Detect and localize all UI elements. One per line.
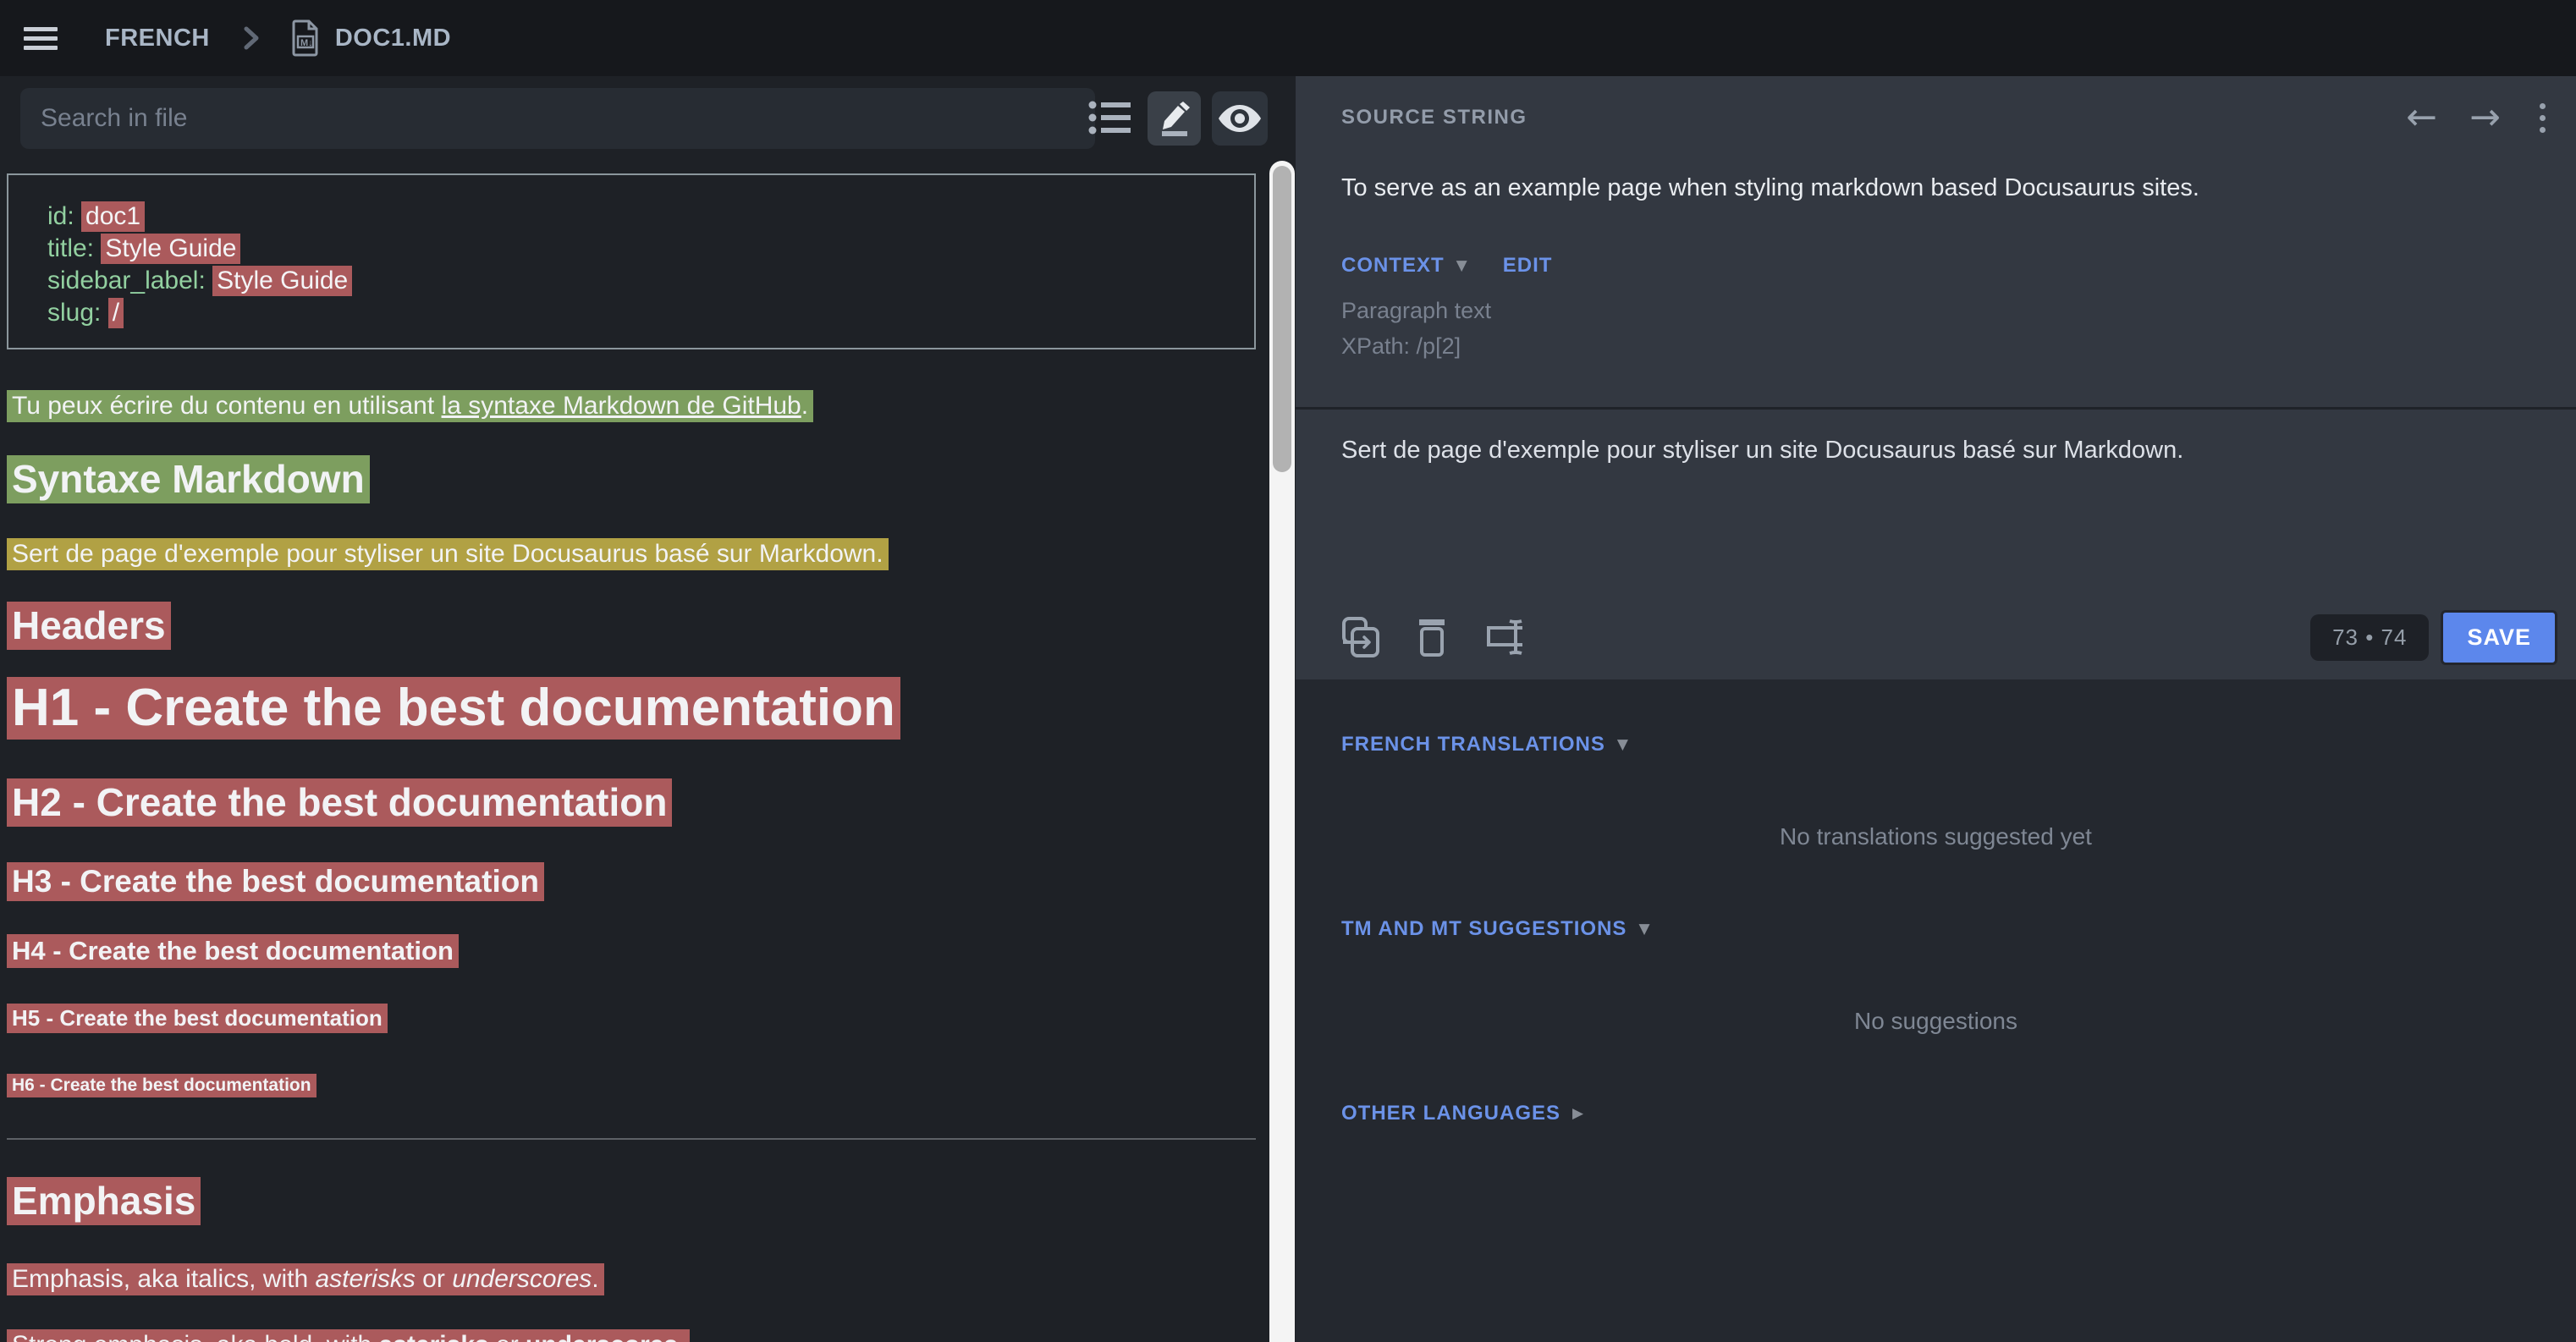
source-string-section: SOURCE STRING ← → To serve as an example… xyxy=(1296,76,2576,407)
previous-string-button[interactable]: ← xyxy=(2406,99,2437,136)
french-translations-section: FRENCH TRANSLATIONS ▼ xyxy=(1341,733,1628,756)
french-translations-toggle[interactable]: FRENCH TRANSLATIONS xyxy=(1341,733,1605,756)
frontmatter-line: title: Style Guide xyxy=(47,233,1254,265)
string-list-button[interactable] xyxy=(1084,90,1137,146)
translations-empty-message: No translations suggested yet xyxy=(1296,823,2576,850)
source-string[interactable]: H6 - Create the best documentation xyxy=(7,1074,316,1097)
source-string[interactable]: H4 - Create the best documentation xyxy=(7,934,459,968)
translation-section: Sert de page d'exemple pour styliser un … xyxy=(1296,410,2576,679)
select-text-icon[interactable] xyxy=(1483,616,1526,658)
chevron-down-icon: ▼ xyxy=(1638,921,1649,938)
frontmatter-line: slug: / xyxy=(47,297,1254,329)
heading-h1: H1 - Create the best documentation xyxy=(7,676,1269,740)
source-string-header: SOURCE STRING ← → xyxy=(1341,98,2552,137)
source-string[interactable]: Emphasis xyxy=(7,1177,201,1225)
paragraph-intro: Tu peux écrire du contenu en utilisant l… xyxy=(7,387,1269,426)
source-string[interactable]: Emphasis, aka italics, with asterisks or… xyxy=(7,1263,604,1295)
source-string[interactable]: H3 - Create the best documentation xyxy=(7,862,544,901)
breadcrumb-file[interactable]: M↓ DOC1.MD xyxy=(291,19,451,57)
chevron-down-icon: ▼ xyxy=(1617,736,1628,753)
copy-source-icon[interactable] xyxy=(1341,616,1380,658)
source-string-label: SOURCE STRING xyxy=(1341,106,1527,129)
other-languages-toggle[interactable]: OTHER LANGUAGES xyxy=(1341,1102,1560,1125)
document-panel: id: doc1 title: Style Guide sidebar_labe… xyxy=(0,76,1296,1342)
context-type: Paragraph text xyxy=(1341,298,1491,324)
panel-top-strip xyxy=(1296,0,2576,76)
heading-h6: H6 - Create the best documentation xyxy=(7,1075,1269,1097)
chevron-right-icon xyxy=(240,24,262,52)
source-string-text: To serve as an example page when styling… xyxy=(1341,171,2542,205)
source-string-selected[interactable]: Sert de page d'exemple pour styliser un … xyxy=(7,538,889,570)
link-text: la syntaxe Markdown de GitHub xyxy=(442,392,801,420)
source-string[interactable]: doc1 xyxy=(81,201,145,232)
translation-panel: SOURCE STRING ← → To serve as an example… xyxy=(1296,0,2576,1342)
tm-mt-suggestions-section: TM AND MT SUGGESTIONS ▼ xyxy=(1341,917,1650,941)
heading-h3: H3 - Create the best documentation xyxy=(7,862,1269,901)
file-name: DOC1.MD xyxy=(335,25,451,52)
source-string[interactable]: / xyxy=(108,298,124,328)
context-toggle[interactable]: CONTEXT xyxy=(1341,254,1445,278)
source-string[interactable]: Syntaxe Markdown xyxy=(7,455,370,503)
search-toolbar xyxy=(0,76,1296,161)
chevron-down-icon: ▼ xyxy=(1456,257,1467,274)
eye-icon xyxy=(1219,105,1261,132)
suggestions-empty-message: No suggestions xyxy=(1296,1008,2576,1035)
paragraph-emphasis: Emphasis, aka italics, with asterisks or… xyxy=(7,1260,1269,1299)
preview-mode-button[interactable] xyxy=(1212,91,1268,146)
next-string-button[interactable]: → xyxy=(2469,99,2501,136)
other-languages-section: OTHER LANGUAGES ▶ xyxy=(1341,1102,1583,1125)
frontmatter-block[interactable]: id: doc1 title: Style Guide sidebar_labe… xyxy=(7,173,1256,349)
paragraph-selected: Sert de page d'exemple pour styliser un … xyxy=(7,535,1269,574)
edit-context-button[interactable]: EDIT xyxy=(1503,254,1553,278)
scrollbar-thumb[interactable] xyxy=(1273,166,1291,472)
heading-h5: H5 - Create the best documentation xyxy=(7,1004,1269,1031)
source-string[interactable]: Style Guide xyxy=(101,234,240,264)
delete-translation-icon[interactable] xyxy=(1414,616,1450,658)
translation-toolbar: 73 • 74 SAVE xyxy=(1341,608,2557,667)
save-button[interactable]: SAVE xyxy=(2441,610,2557,665)
context-xpath: XPath: /p[2] xyxy=(1341,333,1461,360)
heading-h4: H4 - Create the best documentation xyxy=(7,935,1269,967)
source-string[interactable]: H5 - Create the best documentation xyxy=(7,1004,388,1033)
source-string[interactable]: H1 - Create the best documentation xyxy=(7,677,900,740)
source-string[interactable]: Tu peux écrire du contenu en utilisant l… xyxy=(7,390,813,422)
edit-mode-button[interactable] xyxy=(1148,91,1201,146)
markdown-file-icon: M↓ xyxy=(291,19,320,57)
menu-icon[interactable] xyxy=(24,22,58,55)
horizontal-rule xyxy=(7,1138,1256,1140)
source-string[interactable]: Headers xyxy=(7,602,171,650)
heading-emphasis: Emphasis xyxy=(7,1175,1269,1226)
paragraph-strong: Strong emphasis, aka bold, with asterisk… xyxy=(7,1326,1269,1342)
source-string[interactable]: H2 - Create the best documentation xyxy=(7,778,672,827)
frontmatter-line: sidebar_label: Style Guide xyxy=(47,265,1254,297)
vertical-scrollbar[interactable] xyxy=(1269,161,1295,1342)
source-string[interactable]: Strong emphasis, aka bold, with asterisk… xyxy=(7,1329,690,1342)
search-input[interactable] xyxy=(20,88,1095,149)
translation-input[interactable]: Sert de page d'exemple pour styliser un … xyxy=(1341,433,2542,467)
heading-h2: H2 - Create the best documentation xyxy=(7,777,1269,828)
context-row: CONTEXT ▼ EDIT xyxy=(1341,254,1552,278)
character-counter: 73 • 74 xyxy=(2310,614,2429,661)
heading-headers: Headers xyxy=(7,600,1269,651)
chevron-right-icon: ▶ xyxy=(1572,1105,1583,1122)
svg-text:M↓: M↓ xyxy=(300,38,313,48)
heading-syntax: Syntaxe Markdown xyxy=(7,454,1269,504)
breadcrumb-project[interactable]: FRENCH xyxy=(105,25,210,52)
document-preview: id: doc1 title: Style Guide sidebar_labe… xyxy=(0,161,1269,1342)
pencil-icon xyxy=(1162,102,1190,136)
frontmatter-line: id: doc1 xyxy=(47,201,1254,233)
tm-mt-suggestions-toggle[interactable]: TM AND MT SUGGESTIONS xyxy=(1341,917,1627,941)
suggestions-area: FRENCH TRANSLATIONS ▼ No translations su… xyxy=(1296,679,2576,1342)
more-options-icon[interactable] xyxy=(2533,100,2552,136)
source-string[interactable]: Style Guide xyxy=(212,266,352,296)
